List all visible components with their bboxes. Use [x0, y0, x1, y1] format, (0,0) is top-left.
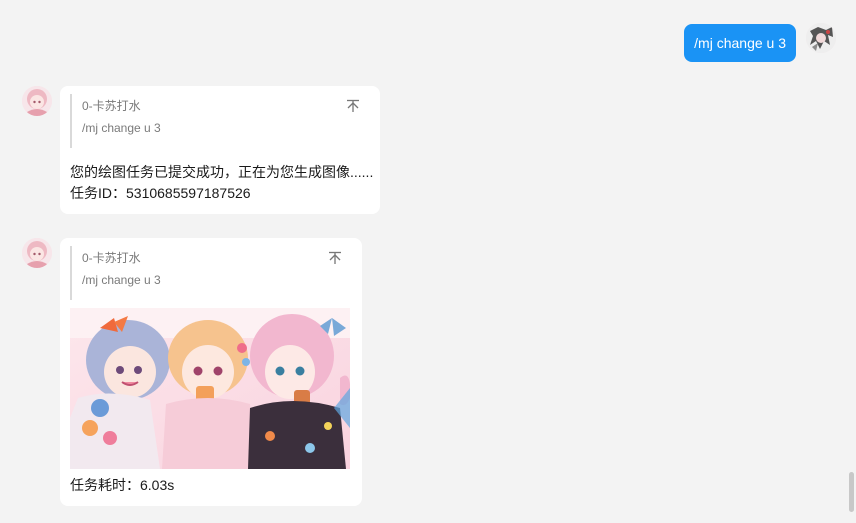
quoted-message: 0-卡苏打水 /mj change u 3: [70, 94, 161, 148]
bot-avatar[interactable]: [22, 238, 52, 268]
bot-avatar-image: [22, 238, 52, 268]
user-message-bubble[interactable]: /mj change u 3: [684, 24, 796, 62]
pin-top-icon[interactable]: [328, 251, 342, 265]
chat-window: /mj change u 3 0-卡苏打水 /mj change u 3 您的绘…: [0, 0, 856, 523]
bot-avatar-image: [22, 86, 52, 116]
scrollbar[interactable]: [848, 0, 856, 523]
user-message-text: /mj change u 3: [694, 35, 786, 51]
quoted-command: /mj change u 3: [82, 121, 161, 135]
user-avatar-image: [806, 23, 836, 53]
generated-image[interactable]: [70, 308, 350, 469]
quoted-command: /mj change u 3: [82, 273, 161, 287]
bot-message-card: 0-卡苏打水 /mj change u 3 您的绘图任务已提交成功，正在为您生成…: [60, 86, 380, 214]
quoted-message: 0-卡苏打水 /mj change u 3: [70, 246, 161, 300]
bot-message-line: 您的绘图任务已提交成功，正在为您生成图像......: [70, 164, 374, 180]
pin-top-icon[interactable]: [346, 99, 360, 113]
task-duration-line: 任务耗时：6.03s: [70, 477, 175, 493]
quoted-author: 0-卡苏打水: [82, 251, 141, 265]
bot-image-card: 0-卡苏打水 /mj change u 3 任务耗时：6.03s: [60, 238, 362, 506]
anime-girls-artwork: [70, 308, 350, 469]
user-avatar[interactable]: [806, 23, 836, 53]
quoted-author: 0-卡苏打水: [82, 99, 141, 113]
task-id-line: 任务ID：5310685597187526: [70, 185, 251, 201]
scrollbar-thumb[interactable]: [849, 472, 854, 512]
bot-avatar[interactable]: [22, 86, 52, 116]
